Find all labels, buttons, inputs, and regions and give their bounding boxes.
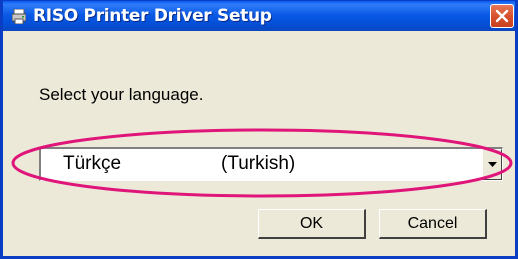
- title-bar[interactable]: RISO Printer Driver Setup: [3, 1, 515, 31]
- prompt-label: Select your language.: [39, 85, 204, 104]
- selected-language-native: (Turkish): [221, 153, 296, 174]
- window-title: RISO Printer Driver Setup: [33, 6, 272, 26]
- language-dropdown[interactable]: Türkçe (Turkish): [39, 147, 503, 181]
- ok-button[interactable]: OK: [258, 209, 366, 239]
- chevron-down-icon: [488, 162, 497, 167]
- dropdown-arrow-button[interactable]: [482, 149, 502, 180]
- dialog-window: RISO Printer Driver Setup Select your la…: [0, 0, 518, 259]
- close-button[interactable]: [490, 4, 514, 28]
- printer-icon: [11, 8, 27, 25]
- close-icon: [495, 9, 509, 23]
- selected-language: Türkçe: [63, 153, 122, 174]
- cancel-button[interactable]: Cancel: [379, 209, 487, 239]
